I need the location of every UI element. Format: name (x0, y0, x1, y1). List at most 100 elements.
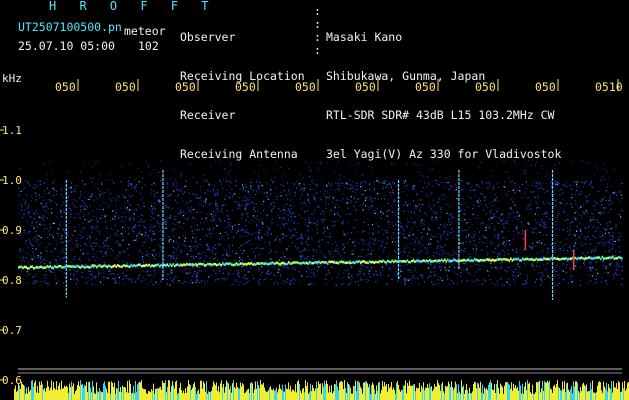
noise-speck (299, 183, 301, 185)
strip-bar (389, 388, 390, 400)
noise-speck (205, 197, 207, 200)
noise-speck (189, 249, 191, 251)
noise-speck (591, 249, 593, 251)
noise-speck (595, 281, 597, 283)
strip-bar (403, 385, 404, 400)
noise-speck (505, 171, 507, 173)
noise-speck (181, 174, 183, 176)
noise-speck (430, 243, 432, 245)
strip-bar (392, 389, 393, 400)
noise-speck (138, 274, 140, 276)
strip-bar (93, 386, 94, 400)
noise-speck (214, 161, 216, 163)
noise-speck (267, 271, 269, 273)
noise-speck (183, 240, 186, 242)
strip-bar (166, 392, 167, 400)
noise-speck (543, 256, 545, 258)
strip-bar (412, 385, 413, 400)
noise-speck (561, 198, 564, 200)
noise-speck (242, 277, 244, 279)
noise-speck (145, 254, 148, 257)
noise-speck (423, 280, 425, 282)
strip-bar (627, 383, 628, 400)
strip-bar (277, 392, 278, 400)
noise-speck (132, 230, 134, 232)
noise-speck (307, 230, 309, 232)
noise-speck (594, 248, 596, 250)
noise-speck (534, 281, 537, 283)
noise-speck (196, 197, 198, 199)
strip-bar (268, 390, 269, 400)
noise-speck (476, 279, 478, 281)
strip-bar (385, 385, 386, 400)
strip-bar (552, 392, 553, 400)
noise-speck (413, 212, 415, 214)
strip-bar (189, 384, 190, 400)
noise-speck (166, 278, 168, 281)
noise-speck (556, 181, 559, 183)
noise-speck (597, 272, 599, 274)
noise-speck (99, 209, 101, 211)
noise-speck (522, 283, 524, 285)
noise-speck (474, 189, 476, 191)
noise-speck (448, 284, 450, 286)
strip-bar (284, 391, 285, 400)
carrier-segment (585, 257, 587, 260)
carrier-segment (612, 255, 614, 259)
noise-speck (344, 252, 346, 254)
strip-bar (421, 385, 422, 400)
noise-speck (257, 267, 259, 269)
noise-speck (606, 186, 609, 188)
strip-bar (148, 391, 149, 400)
noise-speck (541, 282, 543, 284)
noise-speck (254, 255, 256, 257)
noise-speck (530, 247, 532, 249)
noise-speck (63, 223, 65, 225)
noise-speck (294, 229, 297, 231)
noise-speck (63, 201, 65, 203)
noise-speck (281, 217, 283, 219)
noise-speck (405, 201, 407, 203)
noise-speck (432, 199, 434, 201)
noise-speck (494, 199, 496, 201)
noise-speck (236, 273, 239, 275)
noise-speck (559, 282, 561, 284)
noise-speck (431, 168, 433, 170)
noise-speck (299, 173, 301, 175)
noise-speck (239, 258, 242, 261)
strip-bar (199, 393, 200, 400)
strip-bar (477, 382, 478, 400)
strip-bar (370, 393, 371, 400)
strip-bar (240, 382, 241, 400)
noise-speck (277, 223, 279, 226)
noise-speck (443, 193, 445, 196)
strip-bar (578, 390, 579, 400)
noise-speck (127, 202, 129, 204)
noise-speck (471, 213, 474, 215)
noise-speck (362, 264, 364, 267)
noise-speck (192, 209, 195, 211)
noise-speck (255, 231, 257, 233)
noise-speck (482, 278, 485, 280)
noise-speck (154, 209, 156, 211)
noise-speck (335, 204, 337, 206)
strip-bar (228, 383, 229, 400)
noise-speck (354, 245, 356, 247)
noise-speck (486, 182, 488, 184)
noise-speck (371, 200, 373, 202)
noise-speck (254, 202, 256, 205)
noise-speck (406, 184, 408, 187)
strip-bar (555, 387, 556, 400)
noise-speck (416, 205, 418, 208)
carrier-segment (39, 266, 41, 269)
noise-speck (23, 278, 25, 280)
noise-speck (123, 212, 125, 214)
strip-bar (49, 390, 50, 400)
noise-speck (60, 212, 62, 214)
noise-speck (604, 244, 606, 246)
noise-speck (563, 278, 565, 280)
strip-bar (282, 384, 283, 400)
noise-speck (396, 185, 398, 187)
carrier-segment (247, 262, 250, 265)
noise-speck (290, 208, 292, 210)
